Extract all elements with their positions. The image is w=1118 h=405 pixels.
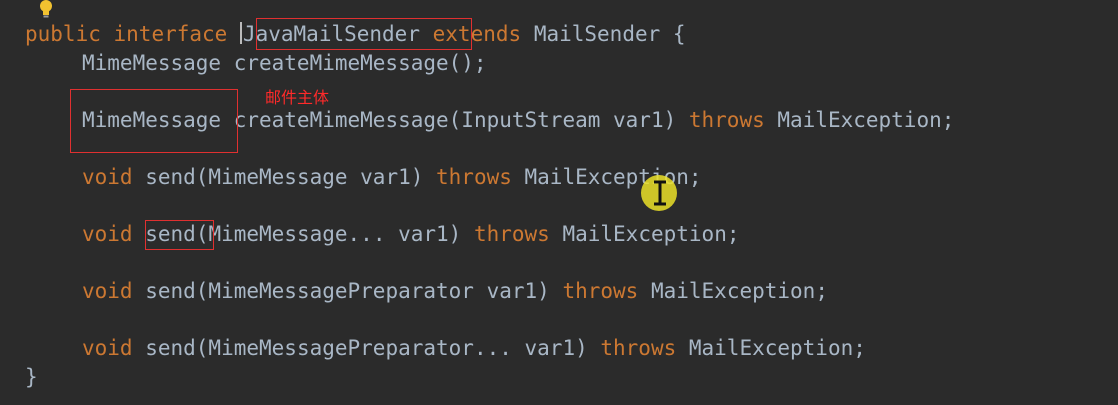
exception-type: MailException;: [764, 108, 955, 132]
interface-name[interactable]: JavaMailSender: [243, 22, 420, 46]
text-cursor-icon: [239, 22, 242, 44]
method-declaration: MimeMessage createMimeMessage();: [82, 51, 487, 75]
keyword-throws: throws: [562, 279, 639, 303]
method-signature: send(MimeMessagePreparator... var1): [132, 336, 601, 360]
method-signature: send(MimeMessage var1): [132, 165, 437, 189]
keyword-void: void: [82, 165, 133, 189]
keyword-void: void: [82, 279, 133, 303]
code-line-8[interactable]: }: [25, 363, 38, 391]
code-line-2[interactable]: MimeMessage createMimeMessage();: [82, 49, 487, 77]
exception-type: MailException;: [676, 336, 866, 360]
return-type-mimemessage[interactable]: MimeMessage: [82, 108, 221, 132]
method-signature: createMimeMessage(InputStream var1): [221, 108, 689, 132]
keyword-throws: throws: [600, 336, 677, 360]
keyword-void: void: [82, 336, 133, 360]
keyword-void: void: [82, 222, 133, 246]
keyword-extends: extends: [432, 22, 522, 46]
method-signature: (MimeMessage... var1): [195, 222, 474, 246]
annotation-label: 邮件主体: [265, 88, 330, 107]
code-line-7[interactable]: void send(MimeMessagePreparator... var1)…: [82, 334, 866, 362]
closing-brace: }: [25, 365, 38, 389]
ibeam-cursor-icon: [654, 180, 666, 206]
code-line-4[interactable]: void send(MimeMessage var1) throws MailE…: [82, 163, 702, 191]
code-line-1[interactable]: public interface JavaMailSender extends …: [25, 20, 686, 48]
keyword-public: public: [25, 22, 101, 46]
code-line-6[interactable]: void send(MimeMessagePreparator var1) th…: [82, 277, 828, 305]
method-name-send[interactable]: send: [145, 222, 196, 246]
code-line-3[interactable]: MimeMessage createMimeMessage(InputStrea…: [82, 106, 954, 134]
code-line-5[interactable]: void send(MimeMessage... var1) throws Ma…: [82, 220, 739, 248]
keyword-interface: interface: [113, 22, 228, 46]
exception-type: MailException;: [549, 222, 740, 246]
keyword-throws: throws: [473, 222, 550, 246]
code-editor[interactable]: public interface JavaMailSender extends …: [0, 0, 1118, 405]
method-signature: send(MimeMessagePreparator var1): [132, 279, 563, 303]
lightbulb-icon[interactable]: [38, 0, 54, 18]
keyword-throws: throws: [436, 165, 512, 189]
parent-interface[interactable]: MailSender {: [534, 22, 686, 46]
keyword-throws: throws: [688, 108, 765, 132]
exception-type: MailException;: [638, 279, 828, 303]
